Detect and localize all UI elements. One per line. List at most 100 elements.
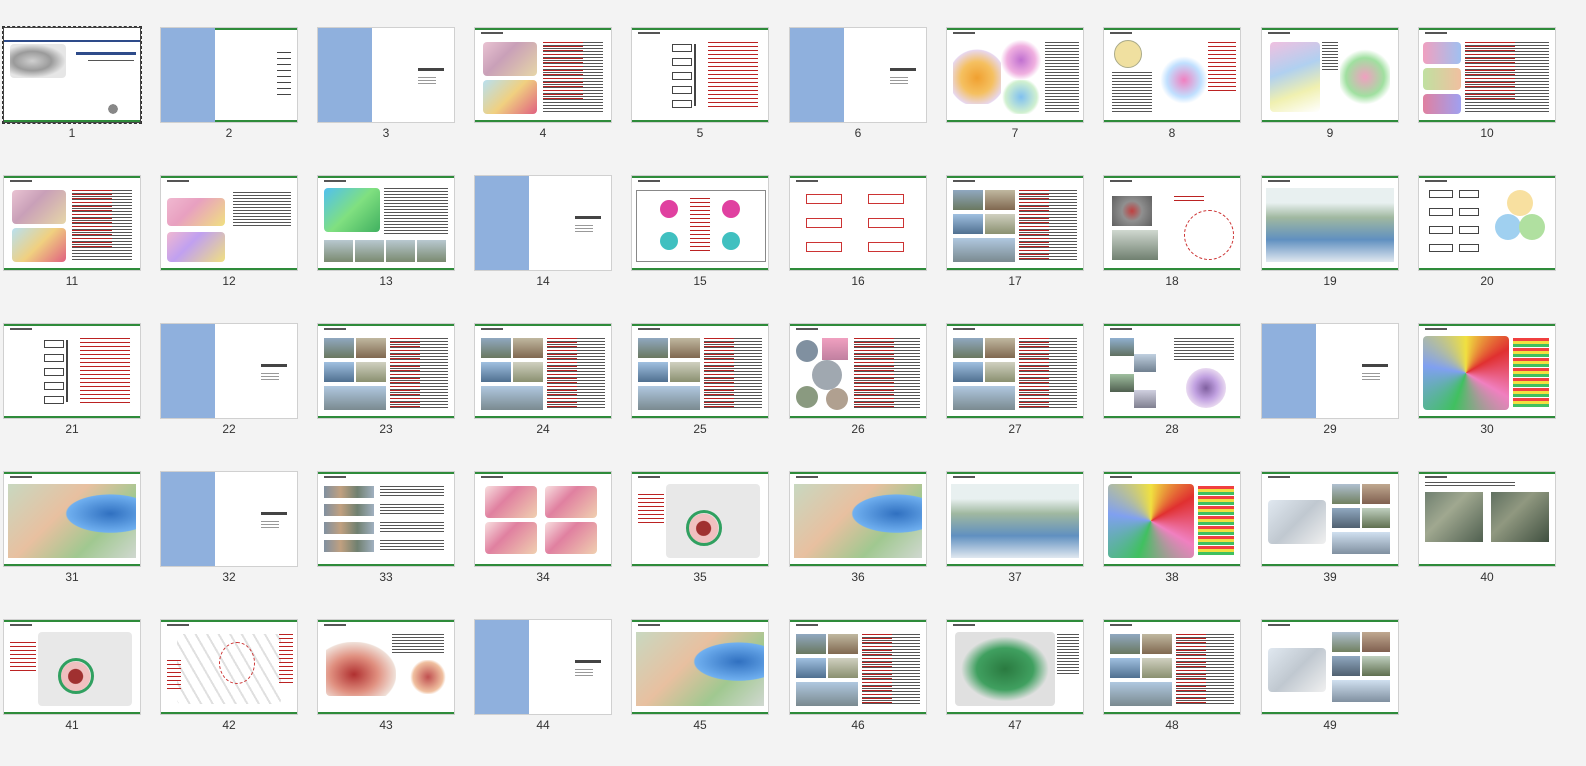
- thumb-graphic: [796, 634, 826, 654]
- thumb-graphic: [1423, 336, 1509, 410]
- thumb-graphic: [392, 634, 444, 654]
- slide-thumbnail[interactable]: [947, 620, 1083, 714]
- thumb-graphic: [1112, 230, 1158, 260]
- slide-number: 24: [536, 422, 550, 436]
- slide-number: 40: [1480, 570, 1494, 584]
- slide-header-bar: [790, 472, 926, 474]
- slide-thumbnail[interactable]: [1419, 472, 1555, 566]
- slide-header-bar: [790, 620, 926, 622]
- slide-thumbnail[interactable]: [161, 620, 297, 714]
- slide-thumbnail[interactable]: [1419, 176, 1555, 270]
- slide-number: 48: [1165, 718, 1179, 732]
- thumb-graphic: [1332, 484, 1360, 504]
- slide-header-bar: [632, 176, 768, 178]
- thumb-graphic: [1186, 368, 1226, 408]
- slide-thumbnail[interactable]: [1262, 620, 1398, 714]
- slide-thumbnail[interactable]: [318, 176, 454, 270]
- thumb-graphic: [324, 180, 346, 182]
- slide-thumbnail[interactable]: [475, 620, 611, 714]
- thumb-graphic: [1425, 482, 1515, 487]
- slide-thumbnail-cell: 11: [0, 168, 158, 308]
- thumb-graphic: [1425, 476, 1447, 478]
- slide-thumbnail[interactable]: [318, 472, 454, 566]
- slide-thumbnail[interactable]: [475, 28, 611, 122]
- slide-thumbnail[interactable]: [1104, 176, 1240, 270]
- thumb-graphic: [638, 338, 668, 358]
- slide-thumbnail[interactable]: [790, 176, 926, 270]
- slide-thumbnail[interactable]: [1104, 28, 1240, 122]
- slide-thumbnail[interactable]: [4, 620, 140, 714]
- thumb-graphic: [356, 362, 386, 382]
- slide-thumbnail[interactable]: [632, 176, 768, 270]
- slide-thumbnail-cell: 39: [1258, 464, 1416, 604]
- thumb-graphic: [1322, 42, 1338, 72]
- slide-thumbnail-cell: 48: [1100, 612, 1258, 752]
- slide-footer-bar: [790, 268, 926, 270]
- thumb-graphic: [953, 190, 983, 210]
- slide-thumbnail[interactable]: [1419, 324, 1555, 418]
- slide-thumbnail[interactable]: [161, 28, 297, 122]
- slide-thumbnail[interactable]: [318, 28, 454, 122]
- thumb-graphic: [812, 360, 842, 390]
- slide-thumbnail[interactable]: [4, 176, 140, 270]
- slide-footer-bar: [1419, 268, 1555, 270]
- slide-thumbnail[interactable]: [790, 324, 926, 418]
- slide-thumbnail[interactable]: [4, 472, 140, 566]
- thumb-graphic: [386, 240, 415, 262]
- thumb-graphic: [418, 77, 436, 84]
- thumb-graphic: [1513, 338, 1549, 408]
- slide-thumbnail[interactable]: [947, 472, 1083, 566]
- slide-thumbnail[interactable]: [632, 28, 768, 122]
- thumb-graphic: [1184, 210, 1234, 260]
- thumb-graphic: [1110, 634, 1140, 654]
- slide-thumbnail[interactable]: [475, 176, 611, 270]
- thumb-graphic: [1057, 634, 1079, 674]
- slide-number: 1: [68, 126, 76, 140]
- slide-header-bar: [4, 176, 140, 178]
- slide-thumbnail[interactable]: [1262, 472, 1398, 566]
- slide-thumbnail[interactable]: [1104, 472, 1240, 566]
- slide-thumbnail[interactable]: [475, 324, 611, 418]
- thumb-graphic: [660, 200, 678, 218]
- thumb-graphic: [822, 338, 848, 360]
- slide-footer-bar: [475, 120, 611, 122]
- slide-thumbnail[interactable]: [161, 472, 297, 566]
- slide-thumbnail[interactable]: [632, 324, 768, 418]
- slide-thumbnail[interactable]: [790, 28, 926, 122]
- slide-thumbnail[interactable]: [632, 472, 768, 566]
- thumb-graphic: [326, 642, 396, 696]
- slide-thumbnail-cell: 8: [1100, 20, 1258, 160]
- slide-thumbnail[interactable]: [947, 176, 1083, 270]
- slide-thumbnail[interactable]: [475, 472, 611, 566]
- thumb-graphic: [543, 42, 583, 102]
- slide-thumbnail[interactable]: [1104, 620, 1240, 714]
- thumb-graphic: [953, 328, 975, 330]
- slide-thumbnail[interactable]: [2, 26, 142, 124]
- thumb-graphic: [1332, 656, 1360, 676]
- thumb-graphic: [854, 338, 894, 410]
- slide-thumbnail[interactable]: [161, 176, 297, 270]
- slide-thumbnail[interactable]: [790, 472, 926, 566]
- slide-thumbnail[interactable]: [947, 324, 1083, 418]
- slide-thumbnail-cell: 20: [1415, 168, 1573, 308]
- slide-thumbnail[interactable]: [4, 324, 140, 418]
- thumb-graphic: [277, 52, 291, 98]
- slide-thumbnail[interactable]: [1262, 176, 1398, 270]
- slide-footer-bar: [790, 712, 926, 714]
- slide-thumbnail[interactable]: [318, 324, 454, 418]
- slide-thumbnail[interactable]: [1104, 324, 1240, 418]
- slide-thumbnail[interactable]: [1262, 324, 1398, 418]
- thumb-graphic: [324, 486, 374, 498]
- slide-thumbnail[interactable]: [947, 28, 1083, 122]
- slide-thumbnail[interactable]: [1419, 28, 1555, 122]
- slide-thumbnail[interactable]: [161, 324, 297, 418]
- slide-thumbnail[interactable]: [318, 620, 454, 714]
- thumb-graphic: [1110, 32, 1132, 34]
- slide-number: 10: [1480, 126, 1494, 140]
- thumb-graphic: [261, 521, 279, 528]
- slide-thumbnail-cell: 22: [157, 316, 315, 456]
- thumb-graphic: [1110, 682, 1172, 706]
- slide-thumbnail[interactable]: [790, 620, 926, 714]
- slide-thumbnail[interactable]: [632, 620, 768, 714]
- slide-thumbnail[interactable]: [1262, 28, 1398, 122]
